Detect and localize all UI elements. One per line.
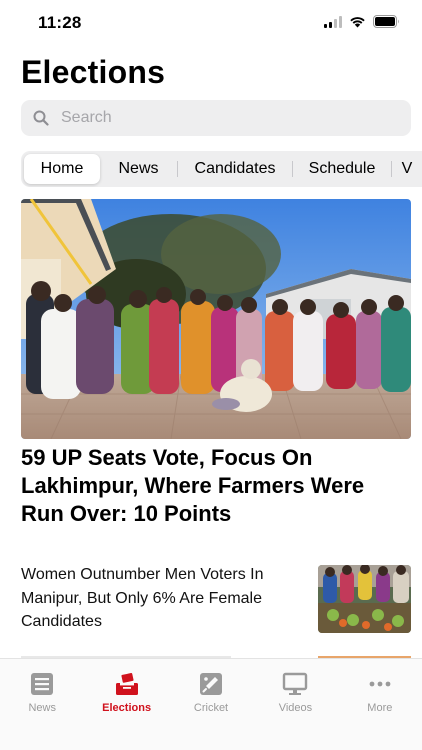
tab-label: News: [118, 160, 159, 177]
tabbar-label: More: [367, 702, 393, 714]
tab-news[interactable]: News: [100, 154, 177, 184]
wifi-icon: [350, 16, 365, 27]
battery-icon: [373, 15, 399, 28]
cellular-signal-icon: [324, 15, 342, 28]
category-tabs: Home News Candidates Schedule V: [21, 151, 422, 187]
market-women-photo: [318, 565, 411, 633]
tab-schedule[interactable]: Schedule: [293, 154, 391, 184]
search-input[interactable]: [61, 109, 361, 127]
cricket-bat-icon: [200, 673, 223, 695]
top-story-image[interactable]: [21, 199, 411, 439]
tab-label: Candidates: [194, 160, 276, 177]
tabbar-label: Cricket: [193, 702, 229, 714]
tab-candidates[interactable]: Candidates: [178, 154, 292, 184]
tabbar-videos[interactable]: Videos: [253, 659, 337, 750]
tabbar-elections[interactable]: Elections: [84, 659, 168, 750]
top-story-headline[interactable]: 59 UP Seats Vote, Focus On Lakhimpur, Wh…: [21, 444, 406, 528]
search-icon: [33, 110, 49, 126]
tabbar-cricket[interactable]: Cricket: [169, 659, 253, 750]
search-bar[interactable]: [21, 100, 411, 136]
tab-home[interactable]: Home: [24, 154, 100, 184]
tab-label: Schedule: [308, 160, 376, 177]
tab-videos[interactable]: V: [392, 154, 422, 184]
bottom-tab-bar: News Elections Cricket Videos More: [0, 658, 422, 750]
status-icons: [324, 15, 400, 28]
voters-queue-photo: [21, 199, 411, 439]
page-title: Elections: [21, 54, 166, 90]
monitor-icon: [283, 672, 308, 695]
story-headline[interactable]: Women Outnumber Men Voters In Manipur, B…: [21, 563, 301, 634]
tab-label: V: [401, 160, 413, 177]
status-bar: 11:28: [0, 0, 422, 46]
story-thumbnail[interactable]: [318, 565, 411, 633]
tabbar-more[interactable]: More: [338, 659, 422, 750]
tabbar-label: News: [28, 702, 56, 714]
tab-label: Home: [40, 160, 84, 177]
tabbar-label: Videos: [278, 702, 313, 714]
tabbar-news[interactable]: News: [0, 659, 84, 750]
ballot-box-icon: [115, 673, 138, 695]
newspaper-icon: [31, 673, 54, 695]
tabbar-label: Elections: [102, 702, 152, 714]
more-dots-icon: [369, 681, 391, 687]
status-time: 11:28: [38, 13, 82, 32]
